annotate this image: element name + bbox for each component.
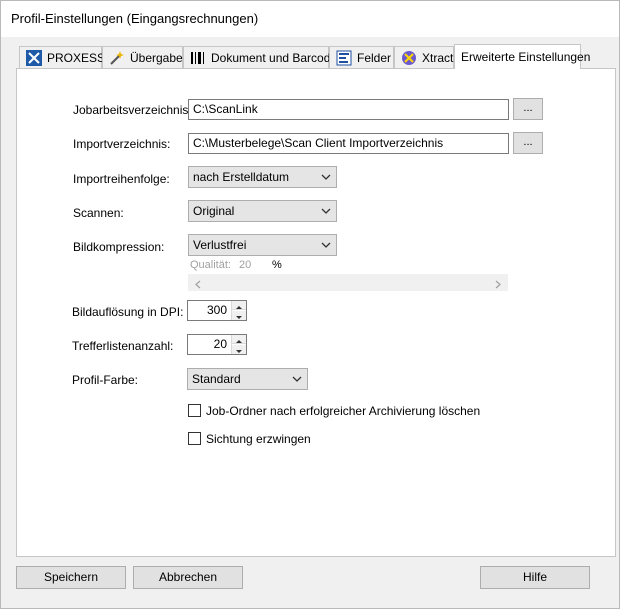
chevron-left-icon[interactable] xyxy=(194,278,202,289)
magic-wand-icon xyxy=(109,50,125,66)
title-bar: Profil-Einstellungen (Eingangsrechnungen… xyxy=(1,1,619,37)
quality-scrollbar[interactable] xyxy=(188,274,508,291)
proxess-logo-icon xyxy=(26,49,42,66)
save-button[interactable]: Speichern xyxy=(16,566,126,589)
tab-xtract[interactable]: Xtract xyxy=(394,46,454,68)
quality-value: 20 xyxy=(239,259,252,271)
chevron-down-icon xyxy=(292,373,302,383)
barcode-icon xyxy=(190,50,206,66)
settings-dialog: Profil-Einstellungen (Eingangsrechnungen… xyxy=(0,0,620,609)
color-value: Standard xyxy=(192,372,241,386)
quality-unit: % xyxy=(272,259,282,271)
tab-label: PROXESS xyxy=(47,50,106,65)
delete-job-label: Job-Ordner nach erfolgreicher Archivieru… xyxy=(206,404,481,418)
scan-value: Original xyxy=(193,204,235,218)
importdir-input[interactable]: C:\Musterbelege\Scan Client Importverzei… xyxy=(188,133,509,154)
quality-label: Qualität: xyxy=(190,259,231,271)
scan-select[interactable]: Original xyxy=(188,200,337,222)
color-select[interactable]: Standard xyxy=(187,368,308,390)
color-label: Profil-Farbe: xyxy=(72,373,139,387)
stepper-up-icon[interactable] xyxy=(232,335,246,344)
tab-proxess[interactable]: PROXESS xyxy=(19,46,106,68)
hits-label: Trefferlistenanzahl: xyxy=(72,339,174,353)
cancel-button[interactable]: Abbrechen xyxy=(133,566,243,589)
compression-select[interactable]: Verlustfrei xyxy=(188,234,337,256)
importorder-select[interactable]: nach Erstelldatum xyxy=(188,166,337,188)
delete-job-checkbox[interactable] xyxy=(188,404,201,417)
force-view-checkbox[interactable] xyxy=(188,432,201,445)
help-button[interactable]: Hilfe xyxy=(480,566,590,589)
tab-label: Xtract xyxy=(422,50,454,65)
dpi-stepper[interactable]: 300 xyxy=(187,300,247,321)
tab-label: Erweiterte Einstellungen xyxy=(461,50,591,64)
tab-felder[interactable]: Felder xyxy=(329,46,394,68)
chevron-down-icon xyxy=(321,205,331,215)
tab-erweiterte-einstellungen[interactable]: Erweiterte Einstellungen xyxy=(454,44,590,69)
importdir-label: Importverzeichnis: xyxy=(73,137,171,151)
tab-label: Felder xyxy=(357,50,392,65)
chevron-right-icon[interactable] xyxy=(494,278,502,289)
tab-dokument-barcode[interactable]: Dokument und Barcode xyxy=(183,46,337,68)
importorder-label: Importreihenfolge: xyxy=(73,172,170,186)
xtract-icon xyxy=(401,50,417,66)
hits-value: 20 xyxy=(213,337,227,351)
jobdir-label: Jobarbeitsverzeichnis: xyxy=(73,103,192,117)
tab-label: Übergabe xyxy=(130,50,183,65)
jobdir-browse-button[interactable]: ... xyxy=(513,98,543,120)
stepper-down-icon[interactable] xyxy=(232,311,246,320)
importorder-value: nach Erstelldatum xyxy=(193,170,290,184)
tab-label: Dokument und Barcode xyxy=(211,50,338,65)
importdir-browse-button[interactable]: ... xyxy=(513,132,543,154)
compression-label: Bildkompression: xyxy=(73,240,165,254)
scan-label: Scannen: xyxy=(73,206,124,220)
compression-value: Verlustfrei xyxy=(193,238,247,252)
stepper-down-icon[interactable] xyxy=(232,345,246,354)
jobdir-input[interactable]: C:\ScanLink xyxy=(188,99,509,120)
chevron-down-icon xyxy=(321,171,331,181)
stepper-up-icon[interactable] xyxy=(232,301,246,310)
tab-uebergabe[interactable]: Übergabe xyxy=(102,46,183,68)
window-title: Profil-Einstellungen (Eingangsrechnungen… xyxy=(11,11,259,26)
fields-form-icon xyxy=(336,50,352,66)
dpi-value: 300 xyxy=(206,303,227,317)
chevron-down-icon xyxy=(321,239,331,249)
dpi-label: Bildauflösung in DPI: xyxy=(72,305,184,319)
force-view-label: Sichtung erzwingen xyxy=(206,432,311,446)
hits-stepper[interactable]: 20 xyxy=(187,334,247,355)
